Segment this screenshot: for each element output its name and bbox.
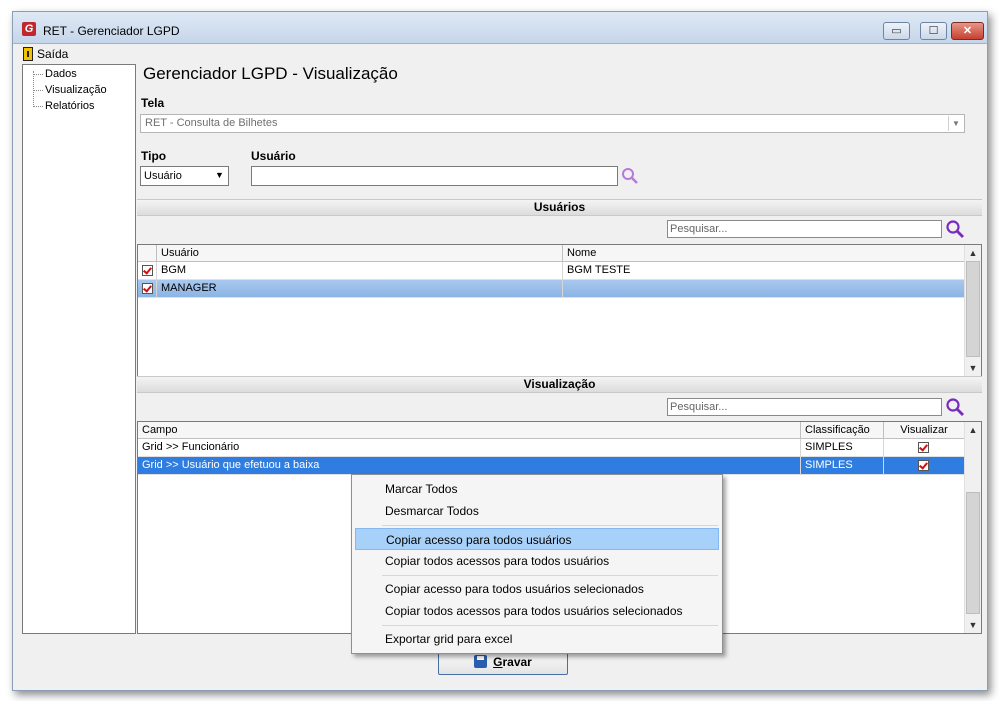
search-icon[interactable]: [621, 167, 639, 185]
window-title: RET - Gerenciador LGPD: [43, 24, 180, 38]
navigation-tree: Dados Visualização Relatórios: [22, 64, 136, 634]
menu-item-marcar-todos[interactable]: Marcar Todos: [355, 478, 719, 500]
save-button-label: Gravar: [493, 655, 532, 669]
minimize-button[interactable]: ▭: [883, 22, 910, 40]
cell-nome: BGM TESTE: [563, 262, 965, 280]
cell-classificacao: SIMPLES: [801, 457, 884, 475]
cell-usuario: BGM: [157, 262, 563, 280]
save-label-rest: ravar: [502, 654, 532, 669]
floppy-disk-icon: [474, 655, 488, 668]
checkbox[interactable]: [918, 442, 929, 453]
menu-item-copiar-todos-acessos-todos[interactable]: Copiar todos acessos para todos usuários: [355, 550, 719, 572]
checkbox-column-header: [138, 245, 157, 262]
menu-separator: [382, 625, 718, 626]
cell-visualizar: [884, 439, 965, 457]
cell-usuario: MANAGER: [157, 280, 563, 298]
menu-exit-label: Saída: [37, 47, 69, 61]
column-header-visualizar[interactable]: Visualizar: [884, 422, 965, 439]
table-row[interactable]: BGM BGM TESTE: [138, 262, 965, 280]
usuario-input[interactable]: [251, 166, 618, 186]
checkbox[interactable]: [142, 265, 153, 276]
tipo-label: Tipo: [141, 149, 167, 163]
cell-campo: Grid >> Funcionário: [138, 439, 801, 457]
page-title: Gerenciador LGPD - Visualização: [143, 64, 398, 83]
usuarios-grid-header: Usuário Nome: [138, 245, 965, 262]
row-checkbox-cell: [138, 280, 157, 298]
tree-item-dados[interactable]: Dados: [33, 68, 77, 80]
visualizacao-grid-header: Campo Classificação Visualizar: [138, 422, 965, 439]
tipo-select[interactable]: Usuário ▼: [140, 166, 229, 186]
chevron-down-icon[interactable]: ▼: [212, 168, 227, 183]
scroll-down-arrow-icon[interactable]: ▼: [965, 360, 981, 376]
column-header-classificacao[interactable]: Classificação: [801, 422, 884, 439]
tree-item-label: Dados: [45, 68, 77, 80]
search-icon[interactable]: [945, 219, 965, 239]
tree-item-relatorios[interactable]: Relatórios: [33, 100, 95, 112]
menu-item-copiar-acesso-todos[interactable]: Copiar acesso para todos usuários: [355, 528, 719, 550]
cell-campo: Grid >> Usuário que efetuou a baixa: [138, 457, 801, 475]
main-window: G RET - Gerenciador LGPD ▭ ☐ ✕ Saída Dad…: [12, 11, 988, 691]
usuario-label: Usuário: [251, 149, 296, 163]
scroll-up-arrow-icon[interactable]: ▲: [965, 245, 981, 261]
menu-item-copiar-acesso-selecionados[interactable]: Copiar acesso para todos usuários seleci…: [355, 578, 719, 600]
tela-combobox[interactable]: RET - Consulta de Bilhetes ▼: [140, 114, 965, 133]
app-logo-icon: G: [22, 22, 36, 36]
scrollbar-thumb[interactable]: [966, 261, 980, 357]
column-header-nome[interactable]: Nome: [563, 245, 965, 262]
tree-item-label: Visualização: [45, 84, 107, 96]
context-menu: Marcar Todos Desmarcar Todos Copiar aces…: [351, 474, 723, 654]
checkbox[interactable]: [918, 460, 929, 471]
scroll-up-arrow-icon[interactable]: ▲: [965, 422, 981, 438]
close-button[interactable]: ✕: [951, 22, 984, 40]
chevron-down-icon[interactable]: ▼: [948, 116, 963, 131]
exit-door-icon: [23, 47, 33, 61]
title-bar[interactable]: G RET - Gerenciador LGPD ▭ ☐ ✕: [13, 12, 987, 44]
tree-item-visualizacao[interactable]: Visualização: [33, 84, 107, 96]
cell-nome: [563, 280, 965, 298]
table-row[interactable]: MANAGER: [138, 280, 965, 298]
visualizacao-search-input[interactable]: Pesquisar...: [667, 398, 942, 416]
checkbox[interactable]: [142, 283, 153, 294]
menu-item-desmarcar-todos[interactable]: Desmarcar Todos: [355, 500, 719, 522]
menu-item-exportar-excel[interactable]: Exportar grid para excel: [355, 628, 719, 650]
tela-value: RET - Consulta de Bilhetes: [145, 117, 278, 129]
visualizacao-section-header: Visualização: [137, 376, 982, 393]
menu-item-copiar-todos-acessos-selecionados[interactable]: Copiar todos acessos para todos usuários…: [355, 600, 719, 622]
table-row[interactable]: Grid >> Usuário que efetuou a baixa SIMP…: [138, 457, 965, 475]
tipo-value: Usuário: [144, 170, 182, 182]
column-header-campo[interactable]: Campo: [138, 422, 801, 439]
search-icon[interactable]: [945, 397, 965, 417]
usuarios-grid: Usuário Nome BGM BGM TESTE MANAGER ▲ ▼: [137, 244, 982, 377]
cell-classificacao: SIMPLES: [801, 439, 884, 457]
usuarios-section-header: Usuários: [137, 199, 982, 216]
tree-item-label: Relatórios: [45, 100, 95, 112]
table-row[interactable]: Grid >> Funcionário SIMPLES: [138, 439, 965, 457]
cell-visualizar: [884, 457, 965, 475]
vertical-scrollbar[interactable]: ▲ ▼: [964, 245, 981, 376]
menu-separator: [382, 575, 718, 576]
row-checkbox-cell: [138, 262, 157, 280]
scrollbar-thumb[interactable]: [966, 492, 980, 614]
menu-separator: [382, 525, 718, 526]
column-header-usuario[interactable]: Usuário: [157, 245, 563, 262]
scroll-down-arrow-icon[interactable]: ▼: [965, 617, 981, 633]
maximize-button[interactable]: ☐: [920, 22, 947, 40]
menu-bar: Saída: [13, 45, 987, 63]
menu-item-exit[interactable]: Saída: [23, 47, 68, 61]
tela-label: Tela: [141, 96, 165, 110]
vertical-scrollbar[interactable]: ▲ ▼: [964, 422, 981, 633]
usuarios-search-input[interactable]: Pesquisar...: [667, 220, 942, 238]
